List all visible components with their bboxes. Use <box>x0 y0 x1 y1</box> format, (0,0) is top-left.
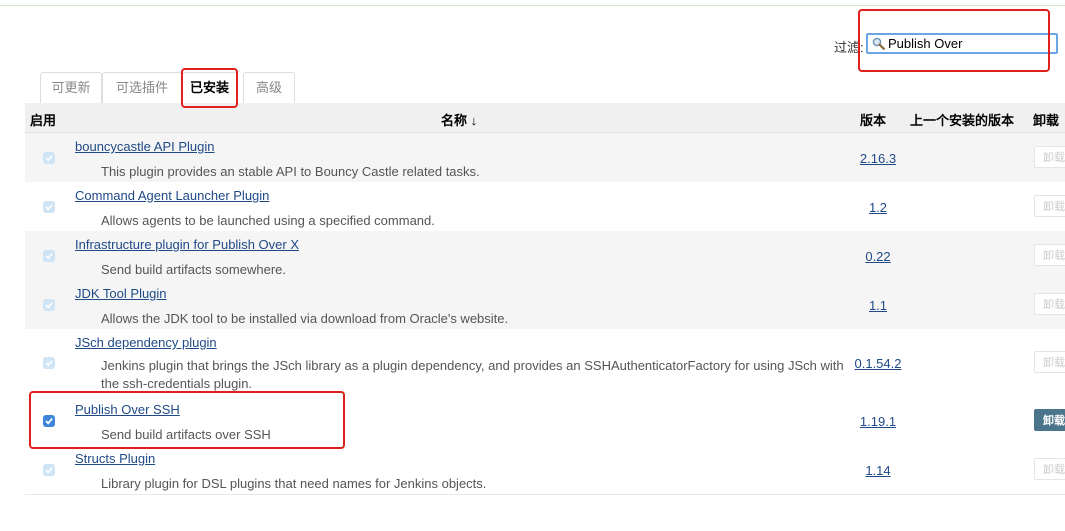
plugin-name-link[interactable]: bouncycastle API Plugin <box>75 139 214 154</box>
table-row: Structs Plugin Library plugin for DSL pl… <box>25 445 1065 495</box>
header-previous-version: 上一个安装的版本 <box>910 113 1015 128</box>
enabled-checkbox[interactable] <box>43 357 55 369</box>
filter-label: 过滤: <box>834 40 864 55</box>
table-row: Infrastructure plugin for Publish Over X… <box>25 231 1065 281</box>
plugin-description: Send build artifacts somewhere. <box>101 262 286 277</box>
filter-input[interactable] <box>888 35 1053 52</box>
top-border <box>0 0 1065 6</box>
search-icon <box>872 37 885 50</box>
header-enabled: 启用 <box>30 113 57 128</box>
plugin-name-link[interactable]: Infrastructure plugin for Publish Over X <box>75 237 299 252</box>
plugin-name-link[interactable]: Command Agent Launcher Plugin <box>75 188 269 203</box>
plugin-description: Allows the JDK tool to be installed via … <box>101 311 509 326</box>
plugin-name-link[interactable]: Publish Over SSH <box>75 402 180 417</box>
enabled-checkbox[interactable] <box>43 152 55 164</box>
plugin-description: Jenkins plugin that brings the JSch libr… <box>101 358 844 391</box>
plugin-version-link[interactable]: 0.22 <box>845 249 911 264</box>
enabled-checkbox[interactable] <box>43 464 55 476</box>
enabled-checkbox[interactable] <box>43 299 55 311</box>
uninstall-button[interactable]: 卸载 <box>1034 351 1065 373</box>
uninstall-button[interactable]: 卸载 <box>1034 458 1065 480</box>
tab-installed[interactable]: 已安装 <box>182 72 237 103</box>
enabled-checkbox[interactable] <box>43 415 55 427</box>
plugin-description: This plugin provides an stable API to Bo… <box>101 164 480 179</box>
plugin-description: Send build artifacts over SSH <box>101 427 271 442</box>
table-row: JDK Tool Plugin Allows the JDK tool to b… <box>25 280 1065 330</box>
plugin-name-link[interactable]: JDK Tool Plugin <box>75 286 167 301</box>
header-uninstall: 卸载 <box>1033 113 1060 128</box>
table-header: 启用 名称 ↓ 版本 上一个安装的版本 卸载 <box>25 103 1065 133</box>
uninstall-button[interactable]: 卸载 <box>1034 195 1065 217</box>
tab-available[interactable]: 可选插件 <box>102 72 182 103</box>
uninstall-button[interactable]: 卸载 <box>1034 293 1065 315</box>
plugin-version-link[interactable]: 1.14 <box>845 463 911 478</box>
plugin-version-link[interactable]: 1.19.1 <box>845 414 911 429</box>
plugin-description: Allows agents to be launched using a spe… <box>101 213 435 228</box>
enabled-checkbox[interactable] <box>43 250 55 262</box>
uninstall-button[interactable]: 卸载 <box>1034 146 1065 168</box>
plugin-version-link[interactable]: 0.1.54.2 <box>845 356 911 371</box>
header-name-sort[interactable]: 名称 ↓ <box>441 110 477 129</box>
table-row: Publish Over SSH Send build artifacts ov… <box>25 396 1065 446</box>
uninstall-button[interactable]: 卸载 <box>1034 244 1065 266</box>
plugin-name-link[interactable]: JSch dependency plugin <box>75 335 217 350</box>
table-row: Command Agent Launcher Plugin Allows age… <box>25 182 1065 232</box>
filter-field[interactable] <box>866 33 1058 54</box>
plugin-description: Library plugin for DSL plugins that need… <box>101 476 487 491</box>
uninstall-button[interactable]: 卸载 <box>1034 409 1065 431</box>
plugin-version-link[interactable]: 1.2 <box>845 200 911 215</box>
plugin-version-link[interactable]: 2.16.3 <box>845 151 911 166</box>
tab-advanced[interactable]: 高级 <box>243 72 295 103</box>
table-row: JSch dependency plugin Jenkins plugin th… <box>25 329 1065 397</box>
table-row: bouncycastle API Plugin This plugin prov… <box>25 133 1065 183</box>
tab-updates[interactable]: 可更新 <box>40 72 102 103</box>
plugin-version-link[interactable]: 1.1 <box>845 298 911 313</box>
header-version: 版本 <box>860 113 887 128</box>
plugin-name-link[interactable]: Structs Plugin <box>75 451 155 466</box>
enabled-checkbox[interactable] <box>43 201 55 213</box>
